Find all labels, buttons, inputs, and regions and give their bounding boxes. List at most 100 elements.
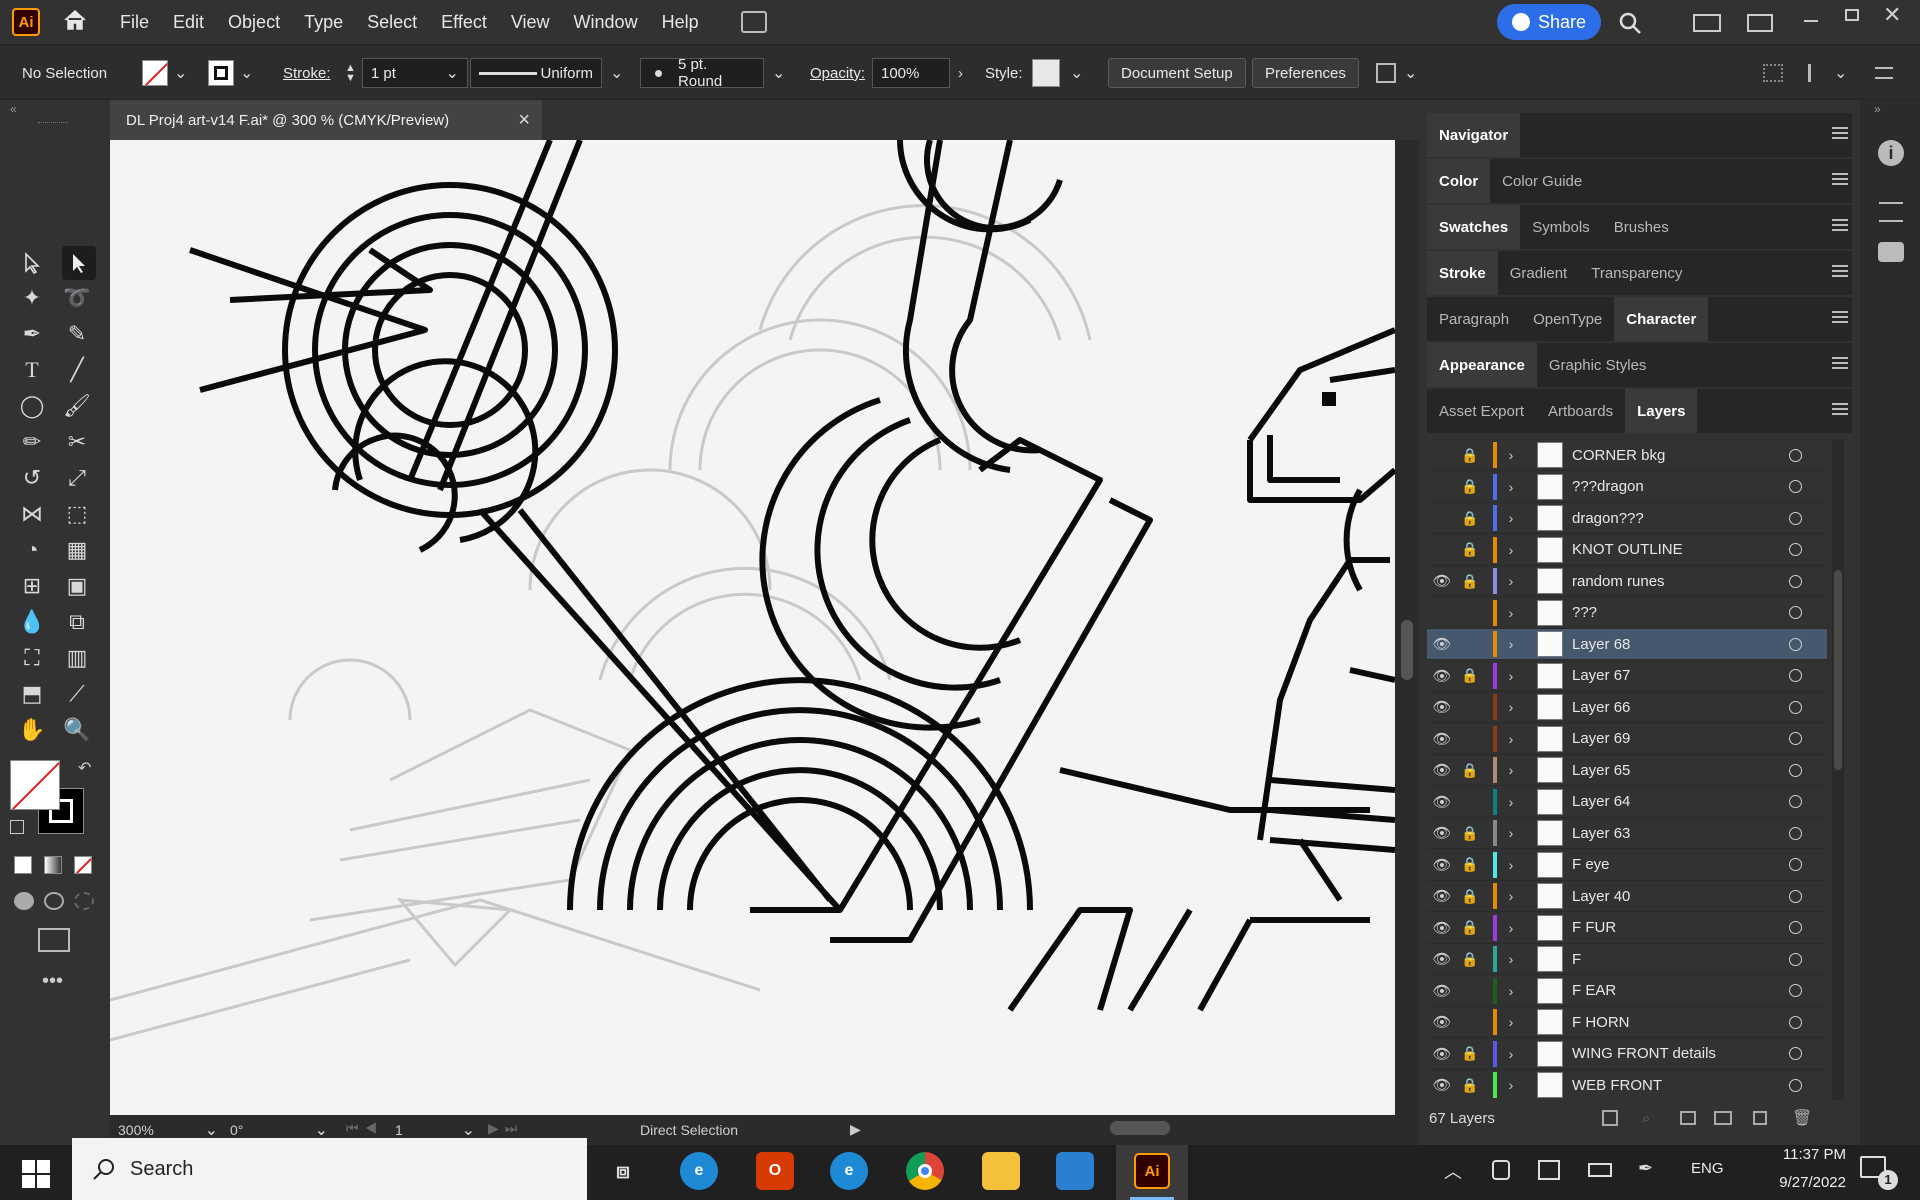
office-icon[interactable]: O [756,1152,794,1190]
visibility-eye-icon[interactable]: 👁 [1431,696,1453,718]
lock-icon[interactable]: 🔒 [1459,478,1481,495]
lock-icon[interactable]: 🔒 [1459,510,1481,527]
expand-layer-chevron-icon[interactable]: › [1503,479,1519,495]
layer-name[interactable]: Layer 68 [1572,636,1630,653]
layer-name[interactable]: Layer 63 [1572,825,1630,842]
expand-layer-chevron-icon[interactable]: › [1503,668,1519,684]
layer-name[interactable]: F eye [1572,856,1610,873]
layer-name[interactable]: WING FRONT details [1572,1045,1716,1062]
layer-row[interactable]: 👁 🔒 › Layer 67 [1427,661,1827,692]
layer-row[interactable]: 👁 🔒 › WING FRONT details [1427,1039,1827,1070]
new-layer-icon[interactable] [1753,1111,1767,1125]
appearance-panel-menu-icon[interactable] [1832,357,1848,369]
expand-layer-chevron-icon[interactable]: › [1503,857,1519,873]
draw-inside-icon[interactable] [74,892,94,910]
visibility-eye-icon[interactable] [1431,507,1453,529]
layer-name[interactable]: Layer 65 [1572,762,1630,779]
swatches-panel-menu-icon[interactable] [1832,219,1848,231]
tab-transparency[interactable]: Transparency [1579,251,1694,295]
stroke-weight-stepper[interactable]: ▲ ▼ 1 pt [345,57,468,89]
expand-layer-chevron-icon[interactable]: › [1503,794,1519,810]
mesh-tool-icon[interactable]: ⊞ [17,571,47,601]
tab-asset-export[interactable]: Asset Export [1427,389,1536,433]
visibility-eye-icon[interactable]: 👁 [1431,791,1453,813]
layer-target-icon[interactable] [1789,952,1802,966]
layer-target-icon[interactable] [1789,795,1802,808]
layer-row[interactable]: 👁 🔒 › F eye [1427,850,1827,881]
stepper-arrows-icon[interactable]: ▲ ▼ [345,63,356,84]
edit-toolbar-icon[interactable]: ••• [42,970,63,993]
transform-icon[interactable] [1808,57,1847,89]
layers-scrollbar[interactable] [1832,440,1844,1100]
layer-name[interactable]: KNOT OUTLINE [1572,541,1683,558]
edge-icon[interactable]: e [680,1152,718,1190]
export-assets-icon[interactable] [1602,1110,1618,1126]
new-sublayer-icon[interactable] [1714,1111,1732,1125]
layer-target-icon[interactable] [1789,1047,1802,1060]
expand-layer-chevron-icon[interactable]: › [1503,510,1519,526]
lock-icon[interactable]: 🔒 [1459,825,1481,842]
pen-icon[interactable]: ✒ [1638,1158,1653,1179]
visibility-eye-icon[interactable]: 👁 [1431,570,1453,592]
tab-layers[interactable]: Layers [1625,389,1698,433]
layer-target-icon[interactable] [1789,511,1802,525]
opacity-arrow-icon[interactable]: › [958,65,963,82]
layers-panel-menu-icon[interactable] [1832,403,1848,415]
fill-dropdown-icon[interactable] [174,63,187,83]
chrome-icon[interactable] [906,1152,944,1190]
lock-icon[interactable]: 🔒 [1459,447,1481,464]
layer-row[interactable]: 👁 › F HORN [1427,1007,1827,1038]
line-segment-tool-icon[interactable]: ╱ [62,355,92,385]
visibility-eye-icon[interactable] [1431,539,1453,561]
lock-icon[interactable]: 🔒 [1459,951,1481,968]
menu-file[interactable]: File [108,12,161,33]
expand-layer-chevron-icon[interactable]: › [1503,1077,1519,1093]
layer-target-icon[interactable] [1789,669,1802,682]
make-clipping-mask-icon[interactable] [1680,1111,1696,1125]
panel-layout-icon[interactable] [1747,14,1773,32]
layer-name[interactable]: F EAR [1572,982,1616,999]
stroke-dropdown-icon[interactable] [240,63,253,83]
draw-normal-icon[interactable] [14,892,34,910]
lasso-tool-icon[interactable]: ➰ [62,283,92,313]
layer-name[interactable]: ???dragon [1572,478,1644,495]
visibility-eye-icon[interactable]: 👁 [1431,633,1453,655]
ellipse-tool-icon[interactable]: ◯ [17,391,47,421]
visibility-eye-icon[interactable]: 👁 [1431,728,1453,750]
style-dropdown-icon[interactable] [1070,63,1083,83]
free-transform-tool-icon[interactable]: ⬚ [62,499,92,529]
document-tab[interactable]: DL Proj4 art-v14 F.ai* @ 300 % (CMYK/Pre… [110,100,542,140]
layer-row[interactable]: 👁 🔒 › Layer 65 [1427,755,1827,786]
layer-row[interactable]: 👁 🔒 › random runes [1427,566,1827,597]
comments-icon[interactable] [1878,242,1904,262]
layer-name[interactable]: F [1572,951,1581,968]
expand-layer-chevron-icon[interactable]: › [1503,920,1519,936]
layer-name[interactable]: F FUR [1572,919,1616,936]
tab-graphic-styles[interactable]: Graphic Styles [1537,343,1659,387]
tab-gradient[interactable]: Gradient [1498,251,1580,295]
battery-icon[interactable] [1588,1163,1612,1177]
layer-row[interactable]: 👁 › Layer 68 [1427,629,1827,660]
layer-target-icon[interactable] [1789,700,1802,714]
eyedropper-tool-icon[interactable]: 💧 [17,607,47,637]
hand-tool-icon[interactable]: ✋ [17,715,47,745]
collapse-toolbar-icon[interactable]: « [10,102,17,116]
layer-target-icon[interactable] [1789,763,1802,777]
edge-dev-icon[interactable]: e [830,1152,868,1190]
layer-target-icon[interactable] [1789,448,1802,462]
status-arrow-icon[interactable]: ▶ [850,1121,861,1138]
stroke-label[interactable]: Stroke: [283,57,331,89]
layer-row[interactable]: ›??? [1427,598,1827,629]
tab-navigator[interactable]: Navigator [1427,113,1521,157]
layer-name[interactable]: Layer 66 [1572,699,1630,716]
tab-color-guide[interactable]: Color Guide [1490,159,1594,203]
visibility-eye-icon[interactable]: 👁 [1431,885,1453,907]
layer-target-icon[interactable] [1789,574,1802,588]
layer-row[interactable]: 🔒 › ???dragon [1427,472,1827,503]
photos-icon[interactable] [1056,1152,1094,1190]
layer-name[interactable]: random runes [1572,573,1665,590]
restore-icon[interactable] [1845,9,1859,21]
layer-row[interactable]: 👁 › Layer 69 [1427,724,1827,755]
layer-name[interactable]: WEB FRONT [1572,1077,1662,1094]
input-language[interactable]: ENG [1691,1160,1724,1177]
